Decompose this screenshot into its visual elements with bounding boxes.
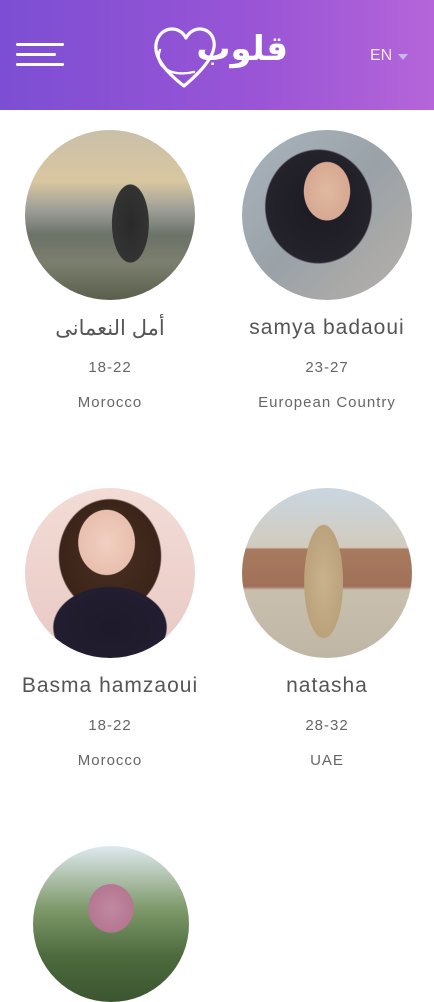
- menu-bar: [16, 53, 56, 56]
- app-logo-text: قلوب: [196, 29, 288, 69]
- menu-bar: [16, 43, 64, 46]
- profile-card[interactable]: samya badaoui 23-27 European Country: [227, 130, 427, 430]
- profile-country: Morocco: [77, 752, 143, 769]
- hamburger-menu-icon[interactable]: [16, 40, 64, 70]
- profile-country: UAE: [310, 752, 344, 769]
- profile-name: natasha: [286, 674, 368, 697]
- profile-photo[interactable]: [33, 846, 189, 1002]
- language-label: EN: [370, 47, 393, 64]
- profile-country: Morocco: [77, 394, 143, 411]
- profile-photo[interactable]: [242, 488, 412, 658]
- profile-age-range: 23-27: [305, 359, 349, 376]
- profile-name: أمل النعمانى: [55, 317, 165, 340]
- profile-photo[interactable]: [242, 130, 412, 300]
- language-selector[interactable]: EN: [370, 44, 409, 68]
- profile-name: Basma hamzaoui: [21, 674, 199, 697]
- profile-country: European Country: [258, 394, 396, 411]
- profile-photo[interactable]: [25, 488, 195, 658]
- profile-age-range: 28-32: [305, 717, 349, 734]
- app-header: قلوب EN: [0, 0, 434, 110]
- profile-photo[interactable]: [25, 130, 195, 300]
- profile-age-range: 18-22: [88, 717, 132, 734]
- chevron-down-icon: [398, 54, 409, 60]
- profile-card[interactable]: Basma hamzaoui 18-22 Morocco: [10, 488, 210, 788]
- profile-card[interactable]: أمل النعمانى 18-22 Morocco: [10, 130, 210, 430]
- profile-age-range: 18-22: [88, 359, 132, 376]
- menu-bar: [16, 63, 64, 66]
- profile-name: samya badaoui: [249, 316, 405, 339]
- profile-card[interactable]: natasha 28-32 UAE: [227, 488, 427, 788]
